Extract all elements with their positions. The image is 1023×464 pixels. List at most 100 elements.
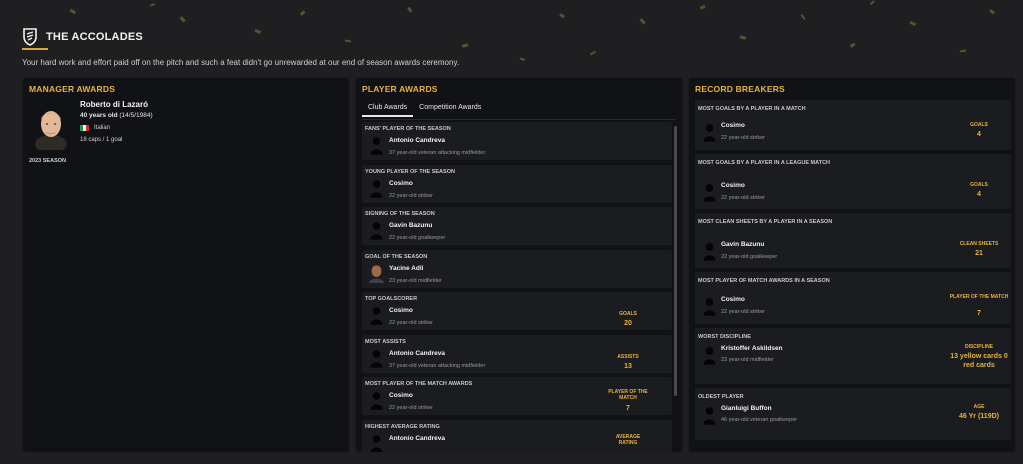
record-category: MOST PLAYER OF MATCH AWARDS IN A SEASON	[698, 278, 830, 284]
manager-caps: 18 caps / 1 goal	[80, 137, 123, 143]
award-card[interactable]: FANS' PLAYER OF THE SEASON Antonio Candr…	[362, 122, 672, 160]
award-stat-value: 20	[624, 320, 632, 327]
award-card[interactable]: MOST ASSISTS Antonio Candreva 37 year-ol…	[362, 334, 672, 373]
record-category: WORST DISCIPLINE	[698, 334, 751, 340]
record-stat-label: DISCIPLINE	[964, 344, 994, 350]
record-category: MOST GOALS BY A PLAYER IN A LEAGUE MATCH	[698, 160, 831, 166]
award-card[interactable]: MOST PLAYER OF THE MATCH AWARDS Cosimo 2…	[362, 377, 672, 415]
award-card[interactable]: YOUNG PLAYER OF THE SEASON Cosimo 22 yea…	[362, 164, 672, 203]
record-player-name[interactable]: Cosimo	[721, 296, 745, 303]
manager-age: 40 years old (14/5/1984)	[80, 112, 153, 119]
record-category: OLDEST PLAYER	[698, 394, 744, 400]
record-stat-label: GOALS	[970, 122, 988, 128]
manager-avatar[interactable]	[35, 106, 67, 150]
record-player-name[interactable]: Cosimo	[721, 122, 745, 129]
award-card[interactable]: TOP GOALSCORER Cosimo 22 year-old strike…	[362, 292, 672, 330]
record-card[interactable]: MOST CLEAN SHEETS BY A PLAYER IN A SEASO…	[695, 213, 1011, 268]
award-player-desc: 37 year-old veteran attacking midfielder	[389, 150, 486, 156]
tab-club-awards[interactable]: Club Awards	[362, 102, 414, 117]
award-stat-value: 13	[624, 362, 632, 370]
record-category: MOST CLEAN SHEETS BY A PLAYER IN A SEASO…	[698, 219, 833, 225]
player-silhouette-icon	[369, 136, 384, 155]
award-player-desc: 22 year-old striker	[389, 320, 434, 326]
manager-nationality: Italian	[80, 125, 110, 131]
record-card[interactable]: MOST GOALS BY A PLAYER IN A LEAGUE MATCH…	[695, 154, 1011, 209]
record-category: MOST GOALS BY A PLAYER IN A MATCH	[698, 106, 806, 112]
award-card[interactable]: SIGNING OF THE SEASON Gavin Bazunu 22 ye…	[362, 207, 672, 245]
player-silhouette-icon	[369, 179, 384, 198]
record-player-name[interactable]: Cosimo	[721, 182, 745, 189]
award-player-name[interactable]: Antonio Candreva	[389, 435, 445, 442]
manager-age-years: 40 years old	[80, 112, 118, 119]
record-stat-value: 13 yellow cards 0 red cards	[950, 353, 1008, 370]
award-player-desc: 22 year-old striker	[389, 405, 434, 411]
award-player-desc: 23 year-old midfielder	[389, 277, 442, 284]
award-stat-label: GOALS	[619, 311, 637, 317]
award-player-name[interactable]: Yacine Adli	[389, 265, 423, 272]
record-card[interactable]: MOST PLAYER OF MATCH AWARDS IN A SEASON …	[695, 272, 1011, 324]
player-silhouette-icon	[702, 346, 717, 365]
award-player-name[interactable]: Antonio Candreva	[389, 137, 445, 144]
award-player-name[interactable]: Cosimo	[389, 180, 413, 187]
award-category: TOP GOALSCORER	[365, 296, 418, 302]
manager-name[interactable]: Roberto di Lazaró	[80, 100, 148, 109]
record-stat-value: 21	[975, 250, 983, 257]
record-stat-label: AGE	[973, 404, 985, 410]
award-player-desc: 22 year-old goalkeeper	[389, 235, 446, 241]
award-category: GOAL OF THE SEASON	[365, 253, 428, 260]
record-player-name[interactable]: Gianluigi Buffon	[721, 405, 772, 412]
record-player-desc: 22 year-old striker	[721, 195, 766, 201]
record-card[interactable]: WORST DISCIPLINE Kristoffer Askildsen 23…	[695, 328, 1011, 384]
record-breakers-panel: RECORD BREAKERS MOST GOALS BY A PLAYER I…	[688, 77, 1016, 453]
award-card[interactable]: GOAL OF THE SEASON Yacine Adli 23 year-o…	[362, 249, 672, 288]
manager-nationality-label: Italian	[94, 125, 111, 131]
award-player-name[interactable]: Gavin Bazunu	[389, 222, 432, 229]
record-card[interactable]: OLDEST PLAYER Gianluigi Buffon 46 year-o…	[695, 388, 1011, 440]
record-stat-value: 4	[977, 131, 981, 138]
player-silhouette-icon	[702, 406, 717, 425]
player-silhouette-icon	[702, 297, 717, 316]
player-silhouette-icon	[369, 434, 384, 452]
award-category: SIGNING OF THE SEASON	[365, 211, 435, 217]
record-stat-value: 4	[977, 191, 981, 198]
record-stat-label: CLEAN SHEETS	[959, 241, 999, 247]
tab-competition-awards[interactable]: Competition Awards	[413, 102, 487, 117]
player-silhouette-icon	[369, 391, 384, 410]
player-silhouette-icon	[702, 123, 717, 142]
player-silhouette-icon	[369, 306, 384, 325]
manager-awards-title: MANAGER AWARDS	[29, 84, 116, 94]
manager-awards-panel: MANAGER AWARDS Roberto di Lazaró 40 year…	[22, 77, 350, 453]
award-category: MOST ASSISTS	[365, 338, 406, 345]
page-header: THE ACCOLADES	[22, 28, 143, 46]
award-category: YOUNG PLAYER OF THE SEASON	[365, 168, 455, 175]
award-player-name[interactable]: Cosimo	[389, 392, 413, 399]
award-stat-label: PLAYER OF THE MATCH	[608, 389, 648, 401]
award-player-name[interactable]: Antonio Candreva	[389, 350, 445, 357]
record-stat-label: PLAYER OF THE MATCH	[949, 294, 1009, 300]
record-stat-value: 7	[977, 310, 981, 317]
record-player-desc: 23 year-old midfielder	[721, 357, 774, 363]
page-subtitle: Your hard work and effort paid off on th…	[22, 58, 460, 67]
player-awards-title: PLAYER AWARDS	[362, 84, 438, 94]
record-stat-value: 46 Yr (119D)	[959, 413, 999, 420]
player-silhouette-icon	[369, 221, 384, 240]
award-category: HIGHEST AVERAGE RATING	[365, 423, 440, 430]
award-player-desc: 22 year-old striker	[389, 192, 434, 199]
award-stat-label: AVERAGE RATING	[615, 433, 641, 446]
awards-scrollbar[interactable]	[674, 126, 677, 396]
award-card[interactable]: HIGHEST AVERAGE RATING Antonio Candreva …	[362, 419, 672, 452]
record-card[interactable]: MOST GOALS BY A PLAYER IN A MATCH Cosimo…	[695, 100, 1011, 150]
player-silhouette-icon	[702, 183, 717, 202]
record-player-name[interactable]: Kristoffer Askildsen	[721, 345, 783, 352]
player-silhouette-icon	[702, 242, 717, 261]
record-player-name[interactable]: Gavin Bazunu	[721, 241, 764, 248]
award-player-name[interactable]: Cosimo	[389, 307, 413, 314]
player-awards-panel: PLAYER AWARDS Club Awards Competition Aw…	[355, 77, 683, 453]
record-stat-label: GOALS	[970, 182, 988, 188]
record-breakers-title: RECORD BREAKERS	[695, 84, 785, 94]
award-category: MOST PLAYER OF THE MATCH AWARDS	[365, 381, 473, 387]
award-player-desc: 37 year-old veteran attacking midfielder	[389, 362, 486, 369]
title-underline	[22, 48, 48, 50]
player-photo-icon	[369, 263, 384, 283]
award-stat-value: 7	[626, 405, 630, 412]
